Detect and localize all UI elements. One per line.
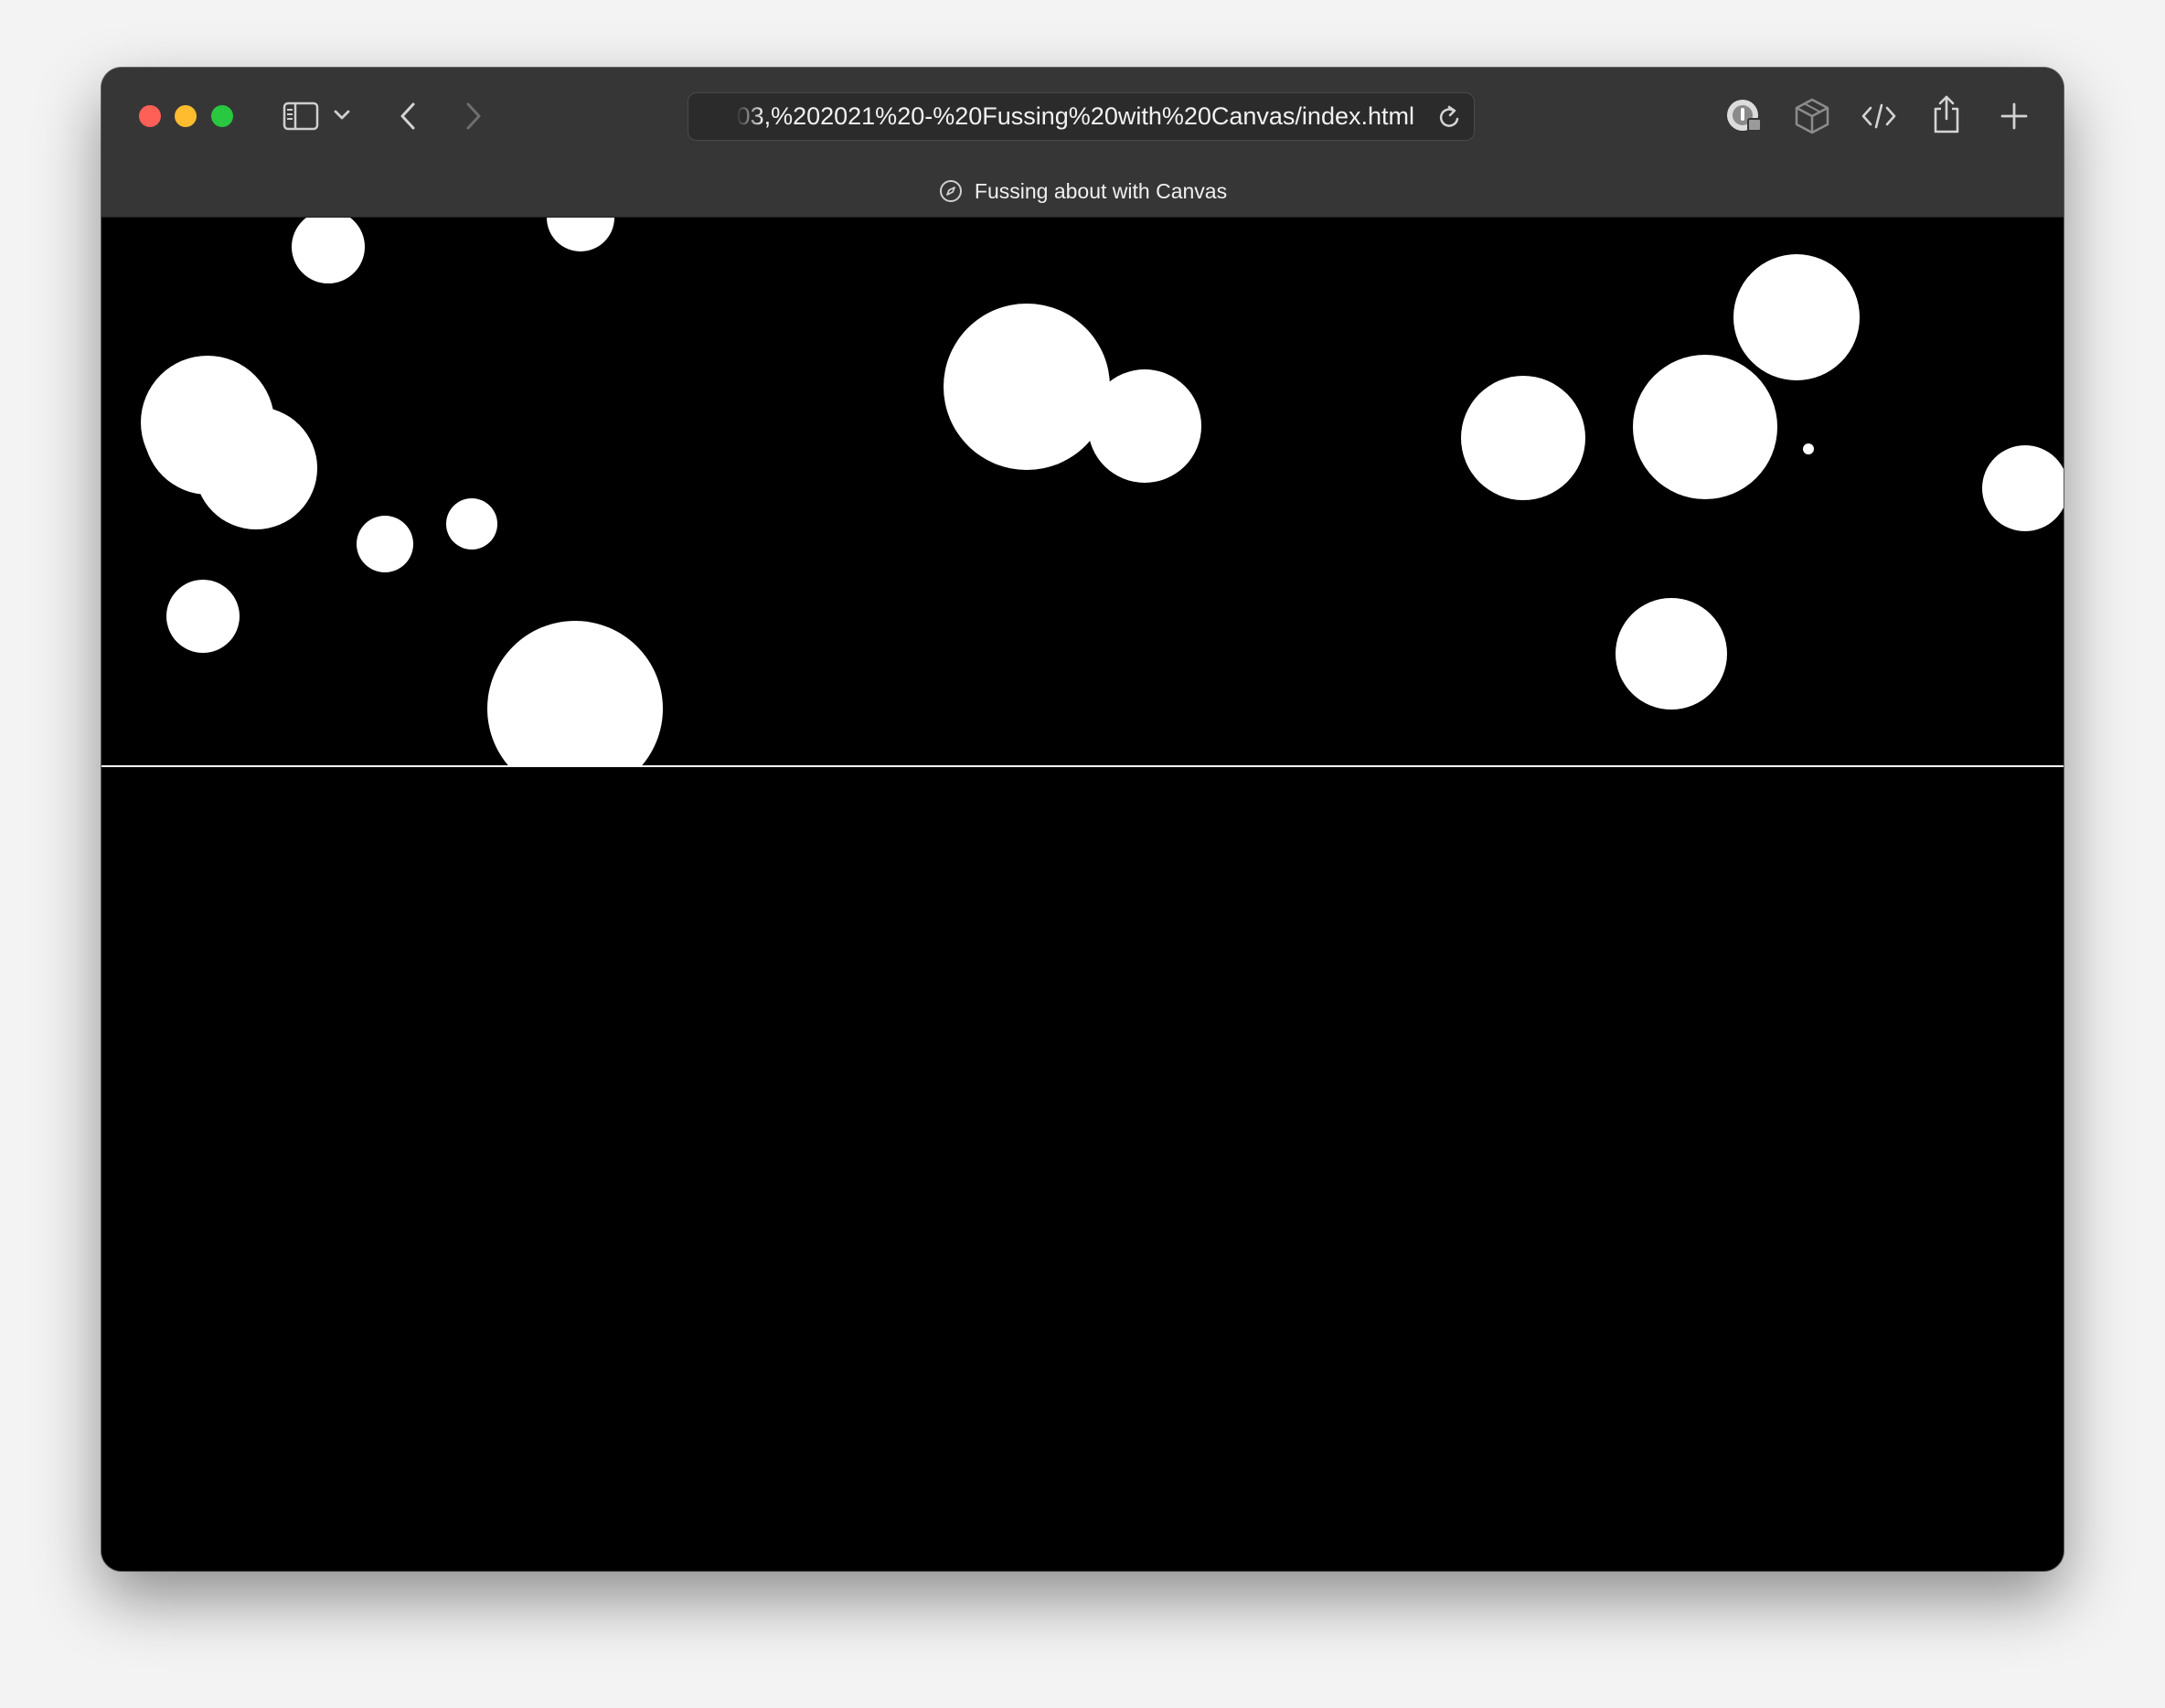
bubble [1088, 369, 1201, 483]
bubble [1461, 376, 1585, 500]
share-icon[interactable] [1928, 93, 1965, 135]
back-arrow-icon[interactable] [394, 99, 421, 133]
bubble [1733, 254, 1860, 380]
url-text[interactable]: 03,%202021%20-%20Fussing%20with%20Canvas… [736, 93, 1414, 140]
password-extension-icon[interactable] [1724, 96, 1765, 136]
bubble [357, 516, 413, 572]
code-icon[interactable] [1859, 99, 1899, 133]
compass-icon [938, 178, 964, 204]
browser-toolbar: 03,%202021%20-%20Fussing%20with%20Canvas… [101, 68, 2064, 218]
forward-arrow-icon[interactable] [460, 99, 487, 133]
bubble [144, 365, 273, 495]
bubble [1616, 598, 1727, 710]
bubble [494, 683, 521, 710]
tab-title: Fussing about with Canvas [974, 178, 1228, 203]
tab-title-bar[interactable]: Fussing about with Canvas [101, 176, 2064, 207]
address-bar[interactable]: 03,%202021%20-%20Fussing%20with%20Canvas… [688, 92, 1475, 141]
close-window-button[interactable] [139, 105, 161, 127]
new-tab-plus-icon[interactable] [1997, 99, 2032, 133]
maximize-window-button[interactable] [211, 105, 233, 127]
bubble [944, 304, 1110, 470]
cube-extension-icon[interactable] [1792, 96, 1832, 136]
sidebar-toggle-icon[interactable] [281, 100, 321, 133]
browser-window: 03,%202021%20-%20Fussing%20with%20Canvas… [101, 68, 2064, 1571]
minimize-window-button[interactable] [175, 105, 197, 127]
bubble [166, 580, 240, 653]
chevron-down-icon[interactable] [331, 104, 353, 126]
page-content [101, 218, 2064, 1571]
bubble [446, 498, 497, 550]
reload-icon[interactable] [1436, 103, 1464, 131]
bubble [1803, 443, 1814, 454]
animation-canvas [101, 218, 2064, 767]
bubble [1633, 355, 1777, 499]
